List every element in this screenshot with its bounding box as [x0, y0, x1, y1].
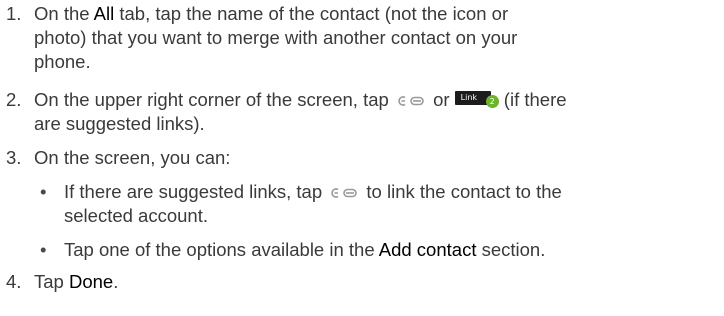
text-run: or — [427, 89, 455, 110]
text-run: If there are suggested links, tap — [64, 181, 328, 202]
step-text-line-2: are suggested links). — [34, 113, 205, 134]
text-run: . — [113, 271, 119, 292]
step-text: On the All tab, tap the name of the cont… — [34, 2, 724, 26]
link-button-icon: Link 2 — [454, 91, 499, 109]
instruction-page: 1. On the All tab, tap the name of the c… — [0, 0, 724, 316]
link-icon — [327, 186, 361, 200]
bullet-text-line-2: selected account. — [64, 205, 208, 226]
text-run: On the — [34, 3, 94, 24]
step-number: 1. — [6, 3, 22, 24]
bullet-dot: • — [40, 181, 47, 202]
done-term: Done — [68, 271, 114, 292]
step-number: 4. — [6, 271, 22, 292]
step-text-line-2: photo) that you want to merge with anoth… — [34, 27, 518, 48]
step-text: Tap Done. — [34, 270, 724, 294]
link-icon — [394, 94, 428, 108]
text-run: On the upper right corner of the screen,… — [34, 89, 394, 110]
bullet-text: Tap one of the options available in the … — [64, 238, 724, 262]
step-number: 2. — [6, 89, 22, 110]
bullet-dot: • — [40, 239, 47, 260]
step-text-line-3: phone. — [34, 51, 91, 72]
text-run: Tap one of the options available in the — [64, 239, 379, 260]
bullet-text: If there are suggested links, tap to lin… — [64, 180, 724, 204]
text-run: section. — [476, 239, 546, 260]
text-run: to link the contact to the — [361, 181, 562, 202]
add-contact-term: Add contact — [378, 239, 477, 260]
step-number: 3. — [6, 147, 22, 168]
step-text: On the screen, you can: — [34, 147, 231, 168]
all-tab-term: All — [93, 3, 115, 24]
text-run: tab, tap the name of the contact (not th… — [114, 3, 509, 24]
step-text: On the upper right corner of the screen,… — [34, 88, 724, 112]
suggested-links-badge: 2 — [485, 95, 499, 108]
text-run: Tap — [34, 271, 69, 292]
text-run: (if there — [498, 89, 567, 110]
link-button-label: Link — [460, 93, 478, 102]
